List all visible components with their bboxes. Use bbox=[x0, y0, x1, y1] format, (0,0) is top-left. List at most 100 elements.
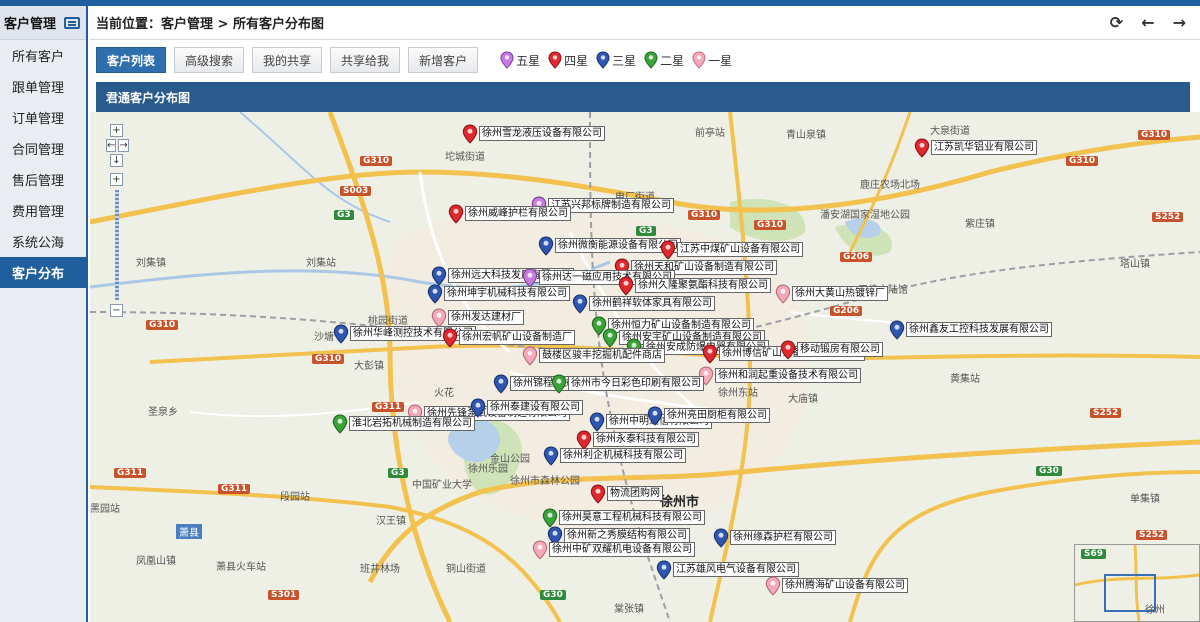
customer-marker[interactable]: 徐州中矿双耀机电设备有限公司 bbox=[532, 540, 695, 560]
customer-marker-label[interactable]: 江苏中煤矿山设备有限公司 bbox=[677, 242, 803, 257]
map-pin-icon[interactable] bbox=[889, 320, 905, 340]
map-pin-icon[interactable] bbox=[493, 374, 509, 394]
map-pin-icon[interactable] bbox=[576, 430, 592, 450]
customer-marker[interactable]: 徐州和润起重设备技术有限公司 bbox=[698, 366, 861, 386]
customer-marker-label[interactable]: 江苏雄风电气设备有限公司 bbox=[673, 562, 799, 577]
sidebar-item-orders[interactable]: 订单管理 bbox=[0, 102, 86, 133]
sidebar-item-public-pool[interactable]: 系统公海 bbox=[0, 226, 86, 257]
customer-marker[interactable]: 徐州缘森护栏有限公司 bbox=[713, 528, 836, 548]
collapse-sidebar-icon[interactable] bbox=[64, 16, 81, 29]
map-pin-icon[interactable] bbox=[780, 340, 796, 360]
sidebar-item-contracts[interactable]: 合同管理 bbox=[0, 133, 86, 164]
map-pin-icon[interactable] bbox=[765, 576, 781, 596]
customer-marker[interactable]: 徐州鹤祥软体家具有限公司 bbox=[572, 294, 715, 314]
customer-marker[interactable]: 江苏中煤矿山设备有限公司 bbox=[660, 240, 803, 260]
customer-marker[interactable]: 徐州大黄山热镀锌厂 bbox=[775, 284, 888, 304]
forward-arrow-icon[interactable]: → bbox=[1173, 13, 1186, 32]
my-shares-button[interactable]: 我的共享 bbox=[252, 47, 323, 73]
map-pin-icon[interactable] bbox=[522, 346, 538, 366]
map-pin-icon[interactable] bbox=[618, 276, 634, 296]
map-pin-icon[interactable] bbox=[572, 294, 588, 314]
map-pin-icon[interactable] bbox=[543, 446, 559, 466]
customer-marker-label[interactable]: 徐州发达建材厂 bbox=[448, 310, 524, 325]
map-pin-icon[interactable] bbox=[542, 508, 558, 528]
map-pin-icon[interactable] bbox=[551, 374, 567, 394]
pan-up-icon[interactable]: + bbox=[110, 124, 123, 137]
sidebar-item-after-sales[interactable]: 售后管理 bbox=[0, 164, 86, 195]
customer-marker-label[interactable]: 徐州大黄山热镀锌厂 bbox=[792, 286, 888, 301]
map-pin-icon[interactable] bbox=[538, 236, 554, 256]
map-pin-icon[interactable] bbox=[589, 412, 605, 432]
customer-marker[interactable]: 物流团购网 bbox=[590, 484, 663, 504]
map-pin-icon[interactable] bbox=[442, 328, 458, 348]
customer-marker-label[interactable]: 徐州腾海矿山设备有限公司 bbox=[782, 578, 908, 593]
customer-marker-label[interactable]: 徐州利企机械科技有限公司 bbox=[560, 448, 686, 463]
map-pin-icon[interactable] bbox=[333, 324, 349, 344]
map-pin-icon[interactable] bbox=[702, 344, 718, 364]
map-pin-icon[interactable] bbox=[431, 266, 447, 286]
customer-marker-label[interactable]: 徐州鹤祥软体家具有限公司 bbox=[589, 296, 715, 311]
customer-marker[interactable]: 徐州市今日彩色印刷有限公司 bbox=[551, 374, 704, 394]
customer-marker-label[interactable]: 鼓楼区骏丰挖掘机配件商店 bbox=[539, 348, 665, 363]
advanced-search-button[interactable]: 高级搜索 bbox=[174, 47, 245, 73]
sidebar-item-follow-up[interactable]: 跟单管理 bbox=[0, 71, 86, 102]
sidebar-item-all-customers[interactable]: 所有客户 bbox=[0, 40, 86, 71]
customer-list-button[interactable]: 客户列表 bbox=[96, 47, 167, 73]
customer-marker-label[interactable]: 徐州市今日彩色印刷有限公司 bbox=[568, 376, 704, 391]
customer-marker-label[interactable]: 徐州亮田厨柜有限公司 bbox=[664, 408, 770, 423]
customer-marker-label[interactable]: 徐州和润起重设备技术有限公司 bbox=[715, 368, 861, 383]
customer-marker[interactable]: 徐州永泰科技有限公司 bbox=[576, 430, 699, 450]
customer-marker[interactable]: 徐州宏帆矿山设备制造厂 bbox=[442, 328, 575, 348]
pan-right-icon[interactable]: → bbox=[118, 139, 129, 152]
customer-marker[interactable]: 江苏凯华铝业有限公司 bbox=[914, 138, 1037, 158]
customer-marker-label[interactable]: 徐州威峰护栏有限公司 bbox=[465, 206, 571, 221]
map-pin-icon[interactable] bbox=[427, 284, 443, 304]
refresh-icon[interactable]: ⟳ bbox=[1110, 13, 1123, 32]
zoom-in-button[interactable]: + bbox=[110, 173, 123, 186]
customer-marker-label[interactable]: 徐州缘森护栏有限公司 bbox=[730, 530, 836, 545]
customer-marker-label[interactable]: 徐州泰建设有限公司 bbox=[487, 400, 583, 415]
customer-marker[interactable]: 徐州腾海矿山设备有限公司 bbox=[765, 576, 908, 596]
customer-marker-label[interactable]: 徐州久隆聚氨酯科技有限公司 bbox=[635, 278, 771, 293]
map-pin-icon[interactable] bbox=[532, 540, 548, 560]
customer-marker[interactable]: 徐州泰建设有限公司 bbox=[470, 398, 583, 418]
map-pin-icon[interactable] bbox=[590, 484, 606, 504]
back-arrow-icon[interactable]: ← bbox=[1141, 13, 1154, 32]
map-pin-icon[interactable] bbox=[656, 560, 672, 580]
customer-marker-label[interactable]: 徐州雪龙液压设备有限公司 bbox=[479, 126, 605, 141]
sidebar-item-customer-distribution[interactable]: 客户分布 bbox=[0, 257, 86, 288]
map-pin-icon[interactable] bbox=[462, 124, 478, 144]
customer-marker-label[interactable]: 江苏凯华铝业有限公司 bbox=[931, 140, 1037, 155]
pan-left-icon[interactable]: ← bbox=[106, 139, 117, 152]
customer-marker[interactable]: 淮北岩拓机械制造有限公司 bbox=[332, 414, 475, 434]
map-pin-icon[interactable] bbox=[602, 328, 618, 348]
customer-marker[interactable]: 鼓楼区骏丰挖掘机配件商店 bbox=[522, 346, 665, 366]
customer-marker[interactable]: 徐州鑫友工控科技发展有限公司 bbox=[889, 320, 1052, 340]
map-pin-icon[interactable] bbox=[448, 204, 464, 224]
customer-marker[interactable]: 徐州威峰护栏有限公司 bbox=[448, 204, 571, 224]
map-pin-icon[interactable] bbox=[332, 414, 348, 434]
customer-marker-label[interactable]: 徐州中矿双耀机电设备有限公司 bbox=[549, 542, 695, 557]
customer-marker[interactable]: 徐州亮田厨柜有限公司 bbox=[647, 406, 770, 426]
customer-marker[interactable]: 徐州昊意工程机械科技有限公司 bbox=[542, 508, 705, 528]
customer-marker-label[interactable]: 淮北岩拓机械制造有限公司 bbox=[349, 416, 475, 431]
map-pin-icon[interactable] bbox=[647, 406, 663, 426]
customer-marker-label[interactable]: 徐州宏帆矿山设备制造厂 bbox=[459, 330, 575, 345]
customer-marker-label[interactable]: 物流团购网 bbox=[607, 486, 663, 501]
map-pin-icon[interactable] bbox=[713, 528, 729, 548]
customer-marker[interactable]: 移动锻房有限公司 bbox=[780, 340, 883, 360]
zoom-slider[interactable] bbox=[115, 190, 119, 300]
overview-minimap[interactable]: S69 徐州 bbox=[1074, 544, 1200, 622]
add-customer-button[interactable]: 新增客户 bbox=[408, 47, 479, 73]
customer-marker-label[interactable]: 移动锻房有限公司 bbox=[797, 342, 883, 357]
customer-marker[interactable]: 徐州久隆聚氨酯科技有限公司 bbox=[618, 276, 771, 296]
customer-marker-label[interactable]: 徐州永泰科技有限公司 bbox=[593, 432, 699, 447]
map-pin-icon[interactable] bbox=[660, 240, 676, 260]
sidebar-item-expenses[interactable]: 费用管理 bbox=[0, 195, 86, 226]
map-pin-icon[interactable] bbox=[775, 284, 791, 304]
zoom-out-button[interactable]: − bbox=[110, 304, 123, 317]
customer-marker-label[interactable]: 徐州昊意工程机械科技有限公司 bbox=[559, 510, 705, 525]
customer-marker[interactable]: 徐州坤宇机械科技有限公司 bbox=[427, 284, 570, 304]
map-pin-icon[interactable] bbox=[914, 138, 930, 158]
customer-marker[interactable]: 徐州雪龙液压设备有限公司 bbox=[462, 124, 605, 144]
